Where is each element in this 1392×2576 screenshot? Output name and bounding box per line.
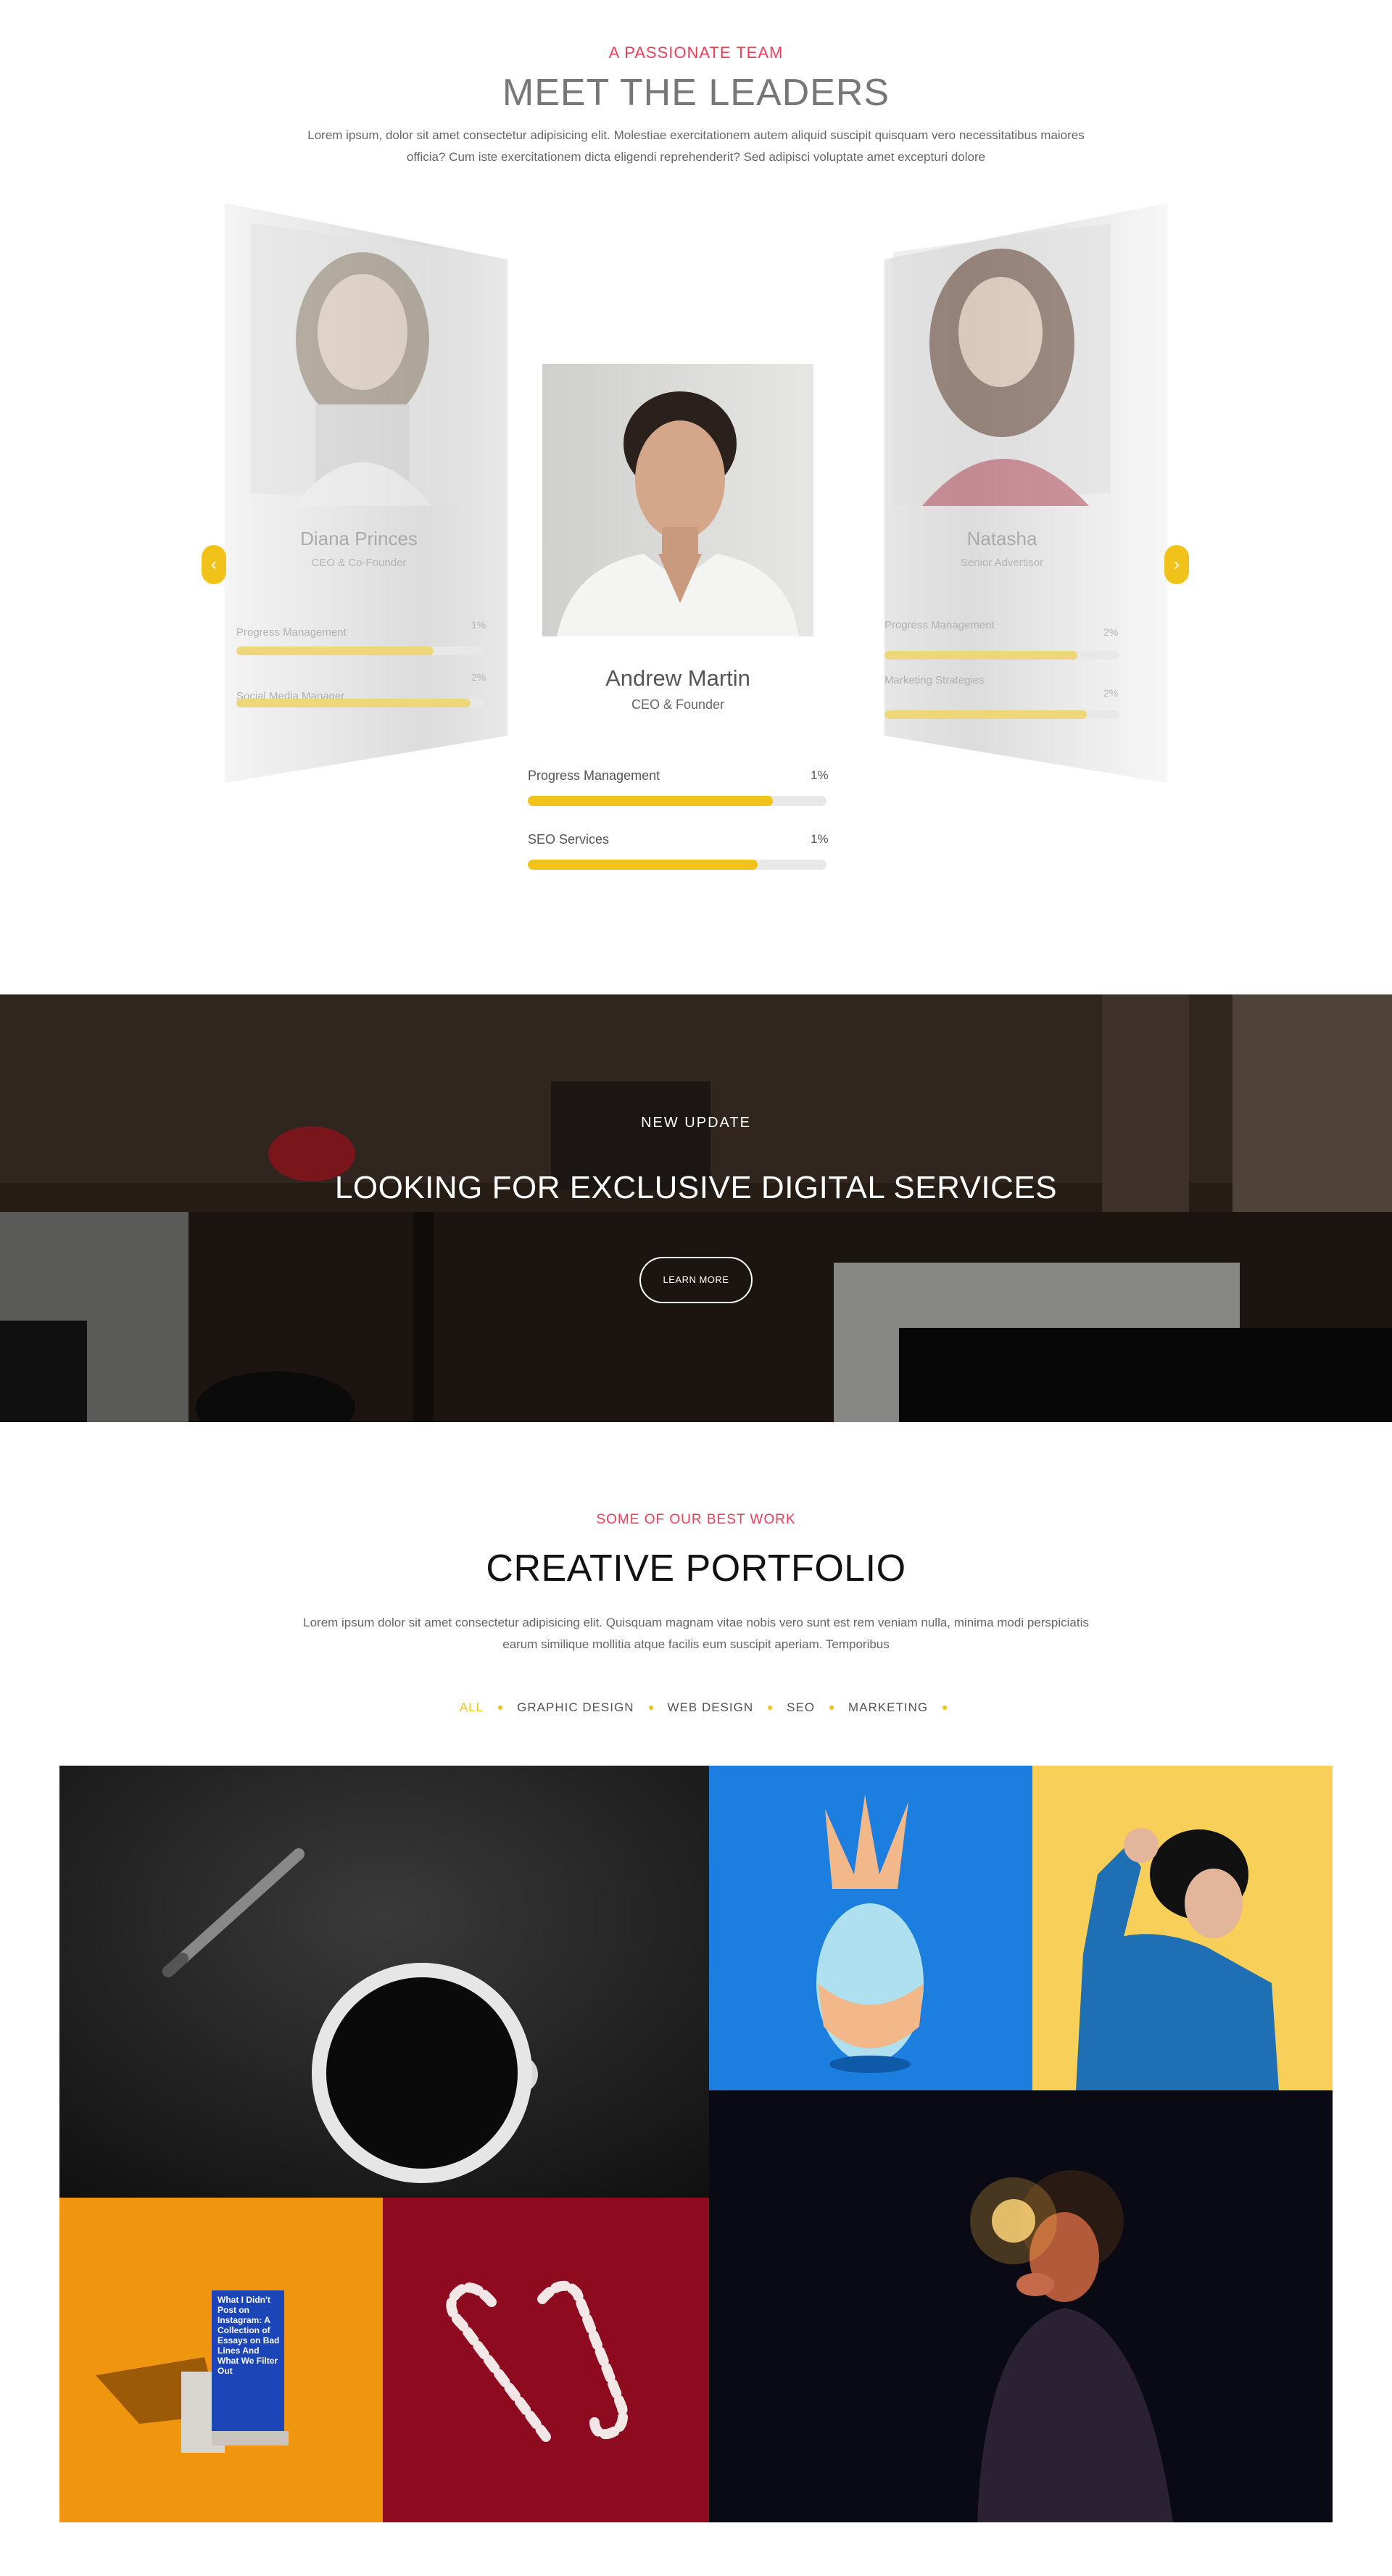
chevron-right-icon: › xyxy=(1174,554,1180,574)
skill-percent: 2% xyxy=(1103,626,1119,638)
skill-bar xyxy=(884,710,1119,719)
learn-more-button[interactable]: LEARN MORE xyxy=(639,1257,753,1303)
carousel-next-button[interactable]: › xyxy=(1164,545,1189,584)
filter-web-design[interactable]: WEB DESIGN xyxy=(653,1700,768,1715)
filter-all[interactable]: ALL xyxy=(445,1700,498,1715)
team-description: Lorem ipsum, dolor sit amet consectetur … xyxy=(276,125,1116,168)
sparkler-portrait-image xyxy=(709,2090,1333,2522)
skill-bar xyxy=(884,651,1119,660)
portfolio-item-pineapple[interactable] xyxy=(709,1766,1032,2090)
portfolio-title: CREATIVE PORTFOLIO xyxy=(486,1547,906,1590)
candy-cane-image xyxy=(383,2198,709,2522)
member-name: Andrew Martin xyxy=(605,665,750,691)
team-title: MEET THE LEADERS xyxy=(502,72,890,114)
portfolio-item-sparkler[interactable] xyxy=(709,2090,1333,2522)
portfolio-item-denim[interactable] xyxy=(1032,1766,1333,2090)
skill-percent: 1% xyxy=(811,768,829,782)
team-description-line: Lorem ipsum, dolor sit amet consectetur … xyxy=(307,128,1085,142)
portfolio-description-line: Lorem ipsum dolor sit amet consectetur a… xyxy=(303,1616,1089,1629)
portfolio-filter-bar: ALL GRAPHIC DESIGN WEB DESIGN SEO MARKET… xyxy=(0,1700,1392,1715)
skill-bar xyxy=(236,647,483,655)
natasha-photo xyxy=(893,223,1111,506)
filter-separator xyxy=(942,1705,948,1710)
member-name: Diana Princes xyxy=(300,528,418,549)
portfolio-eyebrow: SOME OF OUR BEST WORK xyxy=(596,1512,796,1527)
skill-percent: 2% xyxy=(471,671,486,683)
denim-portrait-image xyxy=(1032,1766,1333,2090)
skill-percent: 1% xyxy=(471,619,486,631)
skill-label: Marketing Strategies xyxy=(884,674,985,686)
portfolio-item-coffee[interactable] xyxy=(59,1766,709,2198)
skill-percent: 2% xyxy=(1103,687,1119,699)
skill-bar xyxy=(528,860,826,870)
portfolio-item-candy[interactable] xyxy=(383,2198,709,2522)
skill-percent: 1% xyxy=(811,832,829,846)
member-role: Senior Advertisor xyxy=(960,557,1044,569)
skill-label: Progress Management xyxy=(884,619,995,631)
portfolio-description: Lorem ipsum dolor sit amet consectetur a… xyxy=(276,1612,1116,1655)
cta-banner xyxy=(0,994,1392,1422)
andrew-photo xyxy=(542,364,813,636)
member-role: CEO & Co-Founder xyxy=(311,557,407,569)
filter-seo[interactable]: SEO xyxy=(772,1700,829,1715)
carousel-prev-button[interactable]: ‹ xyxy=(202,545,226,584)
chevron-left-icon: ‹ xyxy=(211,554,217,574)
member-role: CEO & Founder xyxy=(631,697,725,712)
banner-title: LOOKING FOR EXCLUSIVE DIGITAL SERVICES xyxy=(334,1170,1058,1205)
team-description-line: officia? Cum iste exercitationem dicta e… xyxy=(406,150,986,164)
banner-eyebrow: NEW UPDATE xyxy=(641,1115,751,1131)
team-eyebrow: A PASSIONATE TEAM xyxy=(608,43,784,62)
skill-label: SEO Services xyxy=(528,832,610,847)
skill-label: Progress Management xyxy=(528,768,660,783)
skill-bar xyxy=(236,699,483,707)
skill-label: Progress Management xyxy=(236,626,347,639)
team-card-diana[interactable]: Diana Princes CEO & Co-Founder Progress … xyxy=(225,203,508,783)
office-background-image xyxy=(0,994,1392,1422)
pineapple-image xyxy=(709,1766,1032,2090)
portfolio-item-book[interactable]: What I Didn't Post on Instagram: A Colle… xyxy=(59,2198,383,2522)
filter-marketing[interactable]: MARKETING xyxy=(834,1700,942,1715)
skill-bar xyxy=(528,796,826,806)
diana-photo xyxy=(250,223,468,506)
member-name: Natasha xyxy=(966,528,1037,549)
coffee-cup-image xyxy=(59,1766,709,2198)
filter-graphic-design[interactable]: GRAPHIC DESIGN xyxy=(502,1700,648,1715)
team-card-natasha[interactable]: Natasha Senior Advertisor Progress Manag… xyxy=(884,203,1167,783)
book-cover-text: What I Didn't Post on Instagram: A Colle… xyxy=(218,2295,280,2376)
portfolio-description-line: earum similique mollitia atque facilis e… xyxy=(502,1637,890,1651)
